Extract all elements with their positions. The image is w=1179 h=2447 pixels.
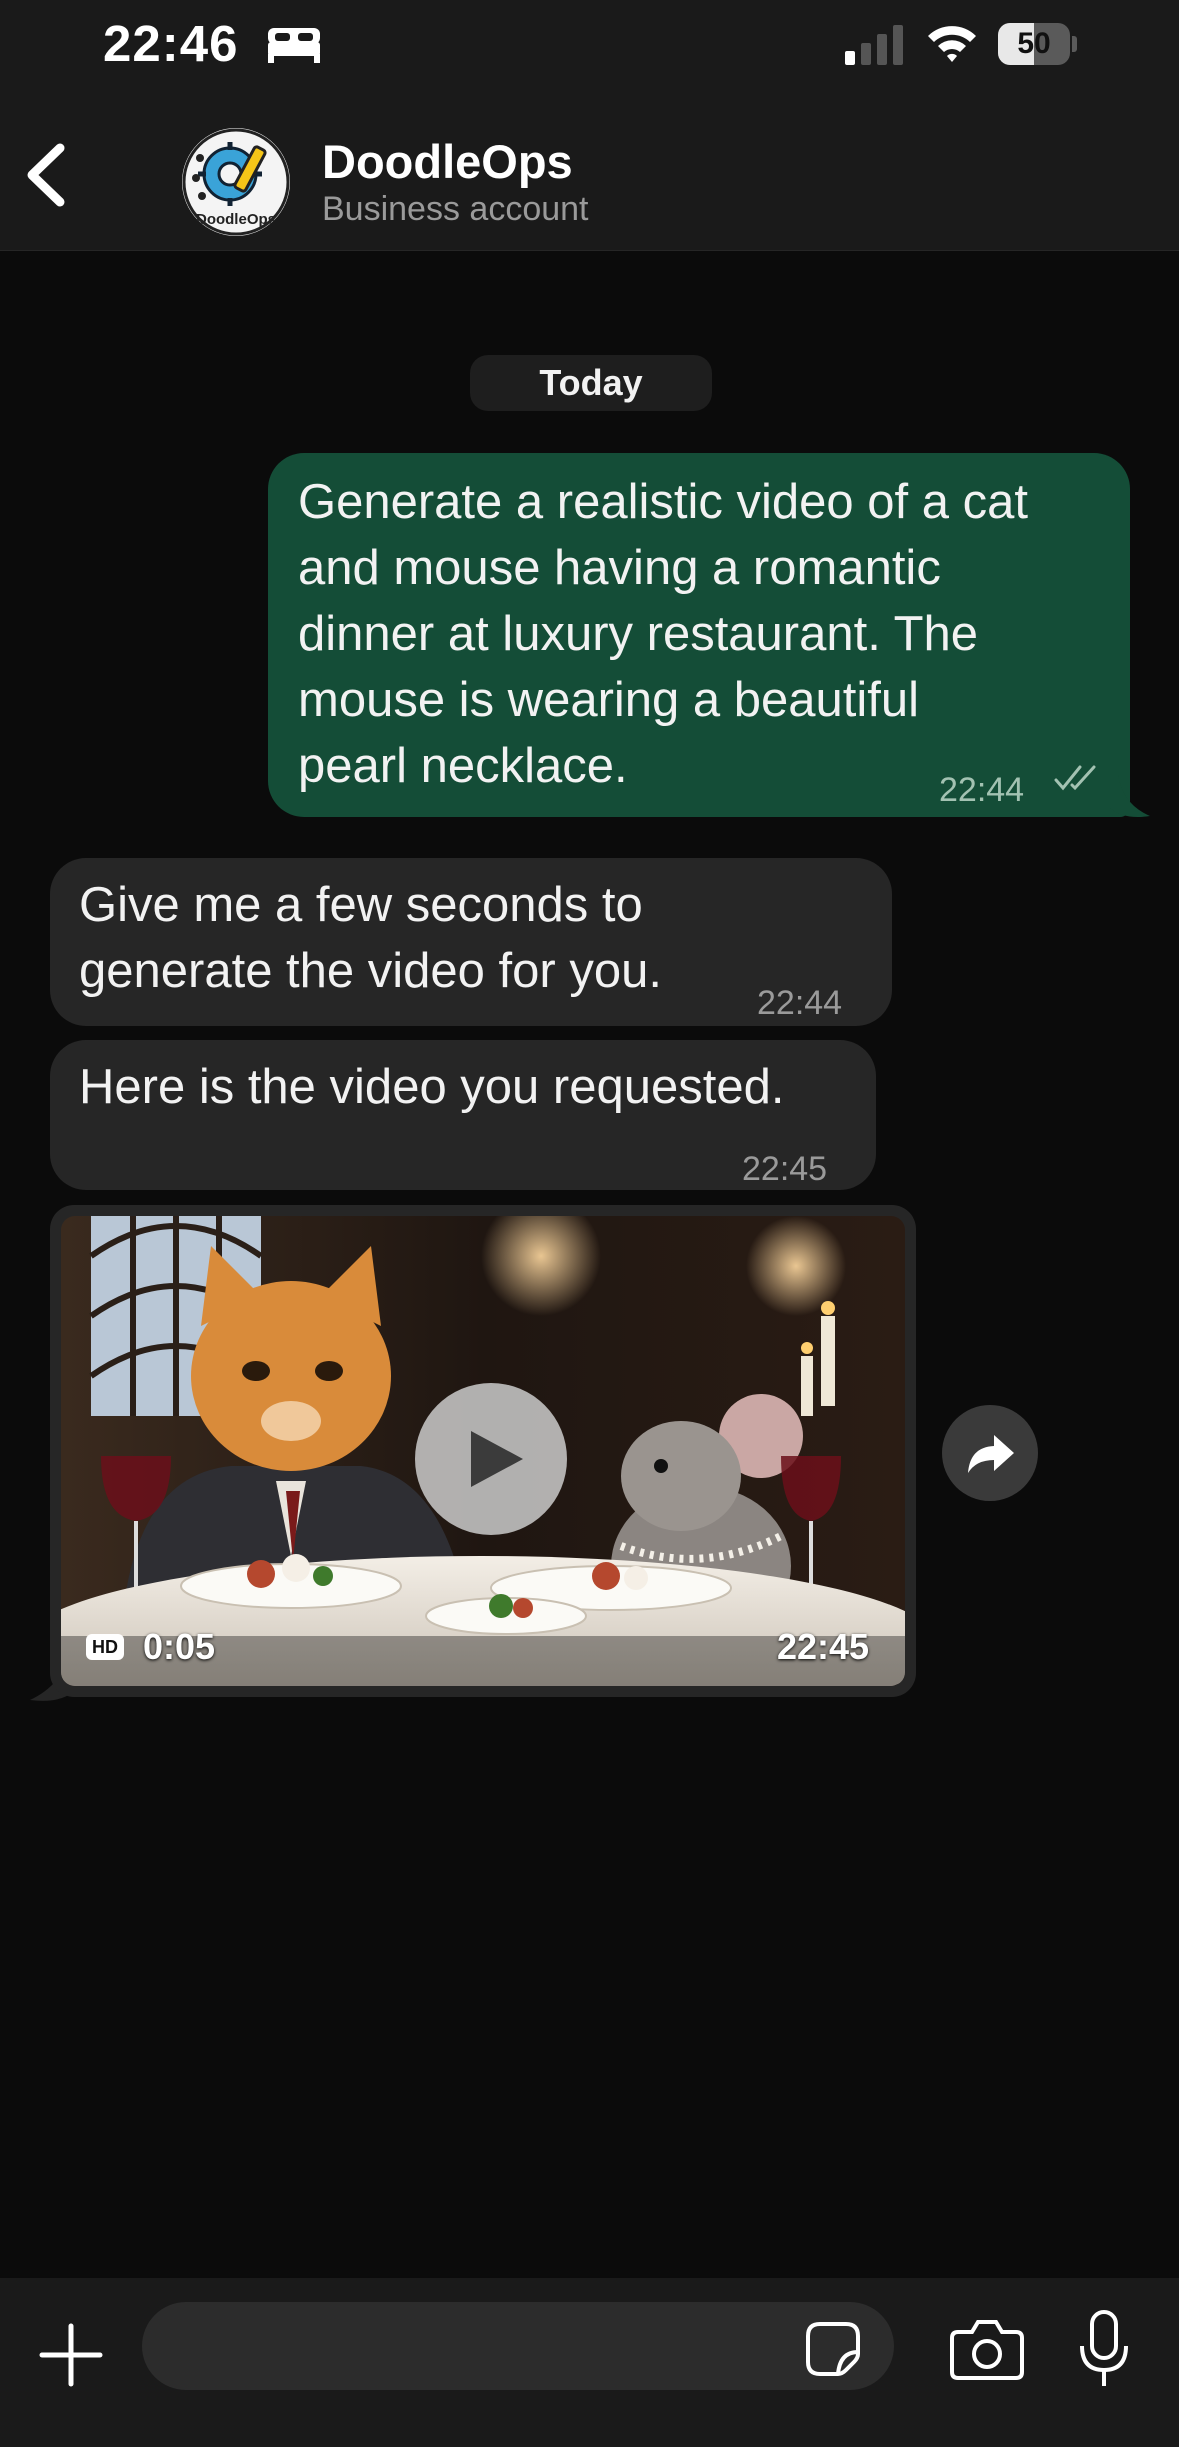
video-duration: 0:05	[143, 1626, 216, 1667]
sticker-icon[interactable]	[804, 2320, 862, 2378]
incoming-message[interactable]: Give me a few seconds to generate the vi…	[50, 858, 892, 1026]
chevron-left-icon[interactable]	[16, 140, 76, 210]
double-check-icon	[1054, 765, 1096, 791]
message-time: 22:45	[777, 1626, 870, 1667]
hd-badge: HD	[86, 1634, 124, 1660]
battery-icon: 50	[998, 23, 1078, 65]
forward-arrow-icon	[968, 1435, 1014, 1473]
video-message[interactable]: HD 0:05 22:45	[50, 1205, 916, 1697]
avatar-logo-text: DoodleOps	[196, 211, 276, 228]
doodleops-logo: DoodleOps	[182, 128, 290, 236]
sleep-bed-icon	[268, 28, 320, 63]
message-time: 22:45	[742, 1150, 828, 1188]
contact-subtitle: Business account	[322, 190, 589, 228]
bubble-tail	[1110, 774, 1150, 817]
contact-name[interactable]: DoodleOps	[322, 134, 573, 189]
microphone-icon[interactable]	[1076, 2310, 1132, 2388]
status-bar: 22:46 50	[0, 0, 1179, 90]
status-time: 22:46	[103, 15, 239, 72]
outgoing-message[interactable]: Generate a realistic video of a cat and …	[268, 453, 1130, 817]
video-thumbnail[interactable]: HD 0:05 22:45	[61, 1216, 905, 1686]
battery-level: 50	[1017, 27, 1051, 60]
camera-icon[interactable]	[950, 2318, 1024, 2380]
date-separator: Today	[470, 355, 712, 411]
plus-icon[interactable]	[38, 2322, 104, 2388]
incoming-message[interactable]: Here is the video you requested. 22:45	[50, 1040, 876, 1190]
play-icon	[471, 1431, 523, 1487]
cellular-signal-icon	[845, 25, 903, 65]
wifi-icon	[928, 26, 976, 62]
input-bar	[0, 2278, 1179, 2447]
message-text: Give me a few seconds to generate the vi…	[79, 878, 662, 998]
forward-button[interactable]	[942, 1405, 1038, 1501]
message-time: 22:44	[939, 771, 1025, 809]
play-button[interactable]	[415, 1383, 567, 1535]
message-text: Generate a realistic video of a cat and …	[298, 475, 1028, 793]
chat-header: DoodleOps DoodleOps Business account	[0, 90, 1179, 251]
message-text: Here is the video you requested.	[79, 1060, 785, 1114]
message-time: 22:44	[757, 984, 843, 1022]
message-input[interactable]	[142, 2302, 894, 2390]
avatar[interactable]: DoodleOps	[182, 128, 290, 236]
